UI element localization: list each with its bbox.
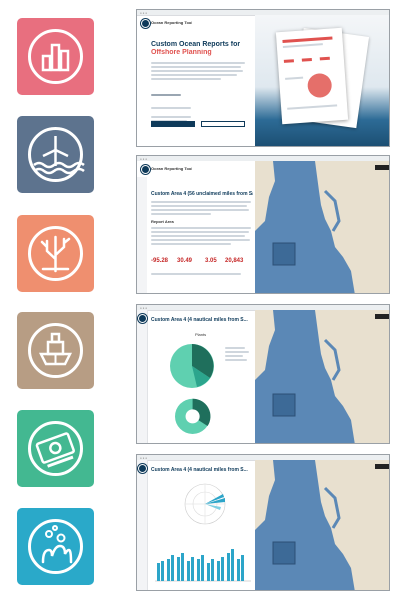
tile-sea-life[interactable] [17, 508, 94, 585]
sidebar-rail [137, 310, 148, 443]
page-headline-accent: Offshore Planning [151, 49, 212, 56]
app-logo [138, 464, 147, 473]
sea-life-icon [28, 519, 83, 574]
report-preview-front [275, 27, 349, 125]
secondary-button[interactable] [201, 121, 245, 127]
app-logo [141, 19, 150, 28]
bar-chart-icon [28, 29, 83, 84]
map-view[interactable] [255, 310, 390, 444]
pie-legend-1 [225, 347, 251, 363]
pie-chart-title: Plants [195, 332, 207, 337]
map-view[interactable] [255, 460, 390, 591]
stat-value-2: 30.49 [177, 258, 193, 264]
primary-button[interactable] [151, 121, 195, 127]
legend-row [151, 273, 241, 277]
report-title: Custom Area 4 (56 unclaimed miles from S… [151, 191, 253, 197]
tile-cargo-ship[interactable] [17, 312, 94, 389]
bar-chart [155, 549, 251, 582]
stat-value-1: -95.28 [151, 258, 169, 264]
pie-chart-2 [175, 398, 211, 434]
map-view[interactable] [255, 161, 390, 294]
cargo-ship-icon [28, 323, 83, 378]
report-description [151, 201, 251, 217]
intro-paragraph [151, 62, 245, 82]
screenshot-report-bars: ● ● ● Custom Area 4 (4 nautical miles fr… [136, 454, 390, 591]
feature-list [151, 94, 245, 124]
section-heading: Report Area [151, 219, 174, 224]
page-headline: Custom Ocean Reports for [151, 41, 241, 48]
screenshot-report-pies: ● ● ● Custom Area 4 (4 nautical miles fr… [136, 304, 390, 444]
app-logo [138, 314, 147, 323]
app-logo [141, 165, 150, 174]
section-text [151, 227, 251, 247]
app-name: Ocean Reporting Tool [151, 20, 193, 25]
sidebar-rail [137, 177, 147, 293]
report-title: Custom Area 4 (4 nautical miles from S..… [151, 317, 248, 323]
pie-chart-1 [170, 344, 214, 388]
report-title: Custom Area 4 (4 nautical miles from S..… [151, 467, 248, 473]
report-panel: Ocean Reporting Tool Custom Area 4 (56 u… [137, 161, 255, 293]
stat-value-3: 3.05 [205, 258, 217, 264]
tile-wind-turbine[interactable] [17, 116, 94, 193]
stat-value-4: 20,843 [225, 258, 244, 264]
tile-bar-chart[interactable] [17, 18, 94, 95]
tile-coral[interactable] [17, 215, 94, 292]
money-icon [28, 421, 83, 476]
wind-turbine-waves-icon [28, 127, 85, 182]
tile-money[interactable] [17, 410, 94, 487]
coral-icon [28, 226, 83, 281]
sidebar-rail [137, 460, 148, 590]
screenshot-report-stats: ● ● ● Ocean Reporting Tool Custom Area 4… [136, 155, 390, 294]
screenshot-landing: ● ● ● Ocean Reporting Tool Custom Ocean … [136, 9, 390, 147]
wind-rose-chart [184, 483, 226, 525]
app-name: Ocean Reporting Tool [151, 166, 193, 171]
